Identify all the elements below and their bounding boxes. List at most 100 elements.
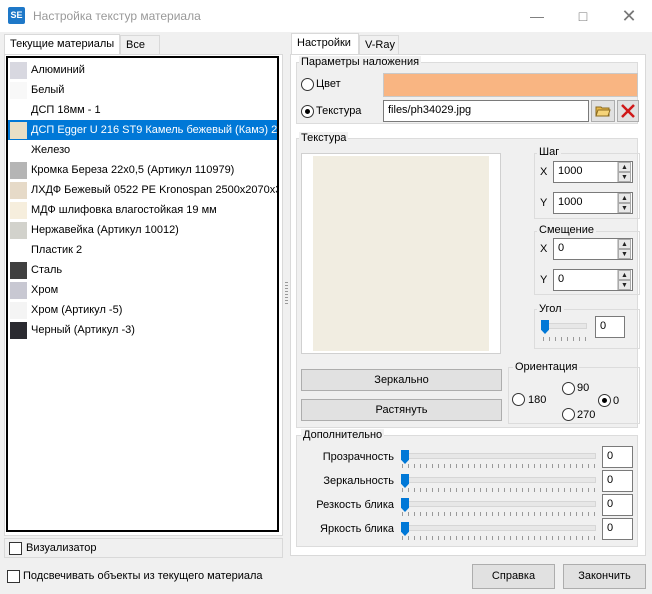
mirror-button[interactable]: Зеркально <box>301 369 502 391</box>
texture-file-input[interactable]: files/ph34029.jpg <box>383 100 589 122</box>
extra-row-slider-track[interactable] <box>402 453 596 459</box>
material-swatch <box>10 61 27 79</box>
window-title: Настройка текстур материала <box>33 9 201 23</box>
material-label: Железо <box>31 144 71 156</box>
spin-down-icon[interactable]: ▼ <box>618 203 631 213</box>
spin-up-icon[interactable]: ▲ <box>618 193 631 203</box>
orientation-270-label: 270 <box>577 409 596 421</box>
list-item[interactable]: Нержавейка (Артикул 10012) <box>8 220 277 240</box>
extra-row-label: Яркость блика <box>320 523 394 535</box>
list-item[interactable]: Алюминий <box>8 60 277 80</box>
material-swatch <box>10 141 27 159</box>
extra-row-slider-track[interactable] <box>402 477 596 483</box>
material-label: Алюминий <box>31 64 85 76</box>
material-swatch <box>10 321 27 339</box>
material-label: Хром (Артикул -5) <box>31 304 123 316</box>
list-item[interactable]: Сталь <box>8 260 277 280</box>
orientation-90-radio[interactable] <box>562 382 575 395</box>
material-label: ДСП Egger U 216 ST9 Камель бежевый (Камэ… <box>31 124 278 136</box>
tab-all[interactable]: Все <box>120 35 160 55</box>
highlight-checkbox[interactable] <box>7 570 20 583</box>
open-folder-button[interactable] <box>591 100 615 122</box>
angle-label: Угол <box>537 303 564 315</box>
extra-row-value-input[interactable]: 0 <box>602 446 633 468</box>
list-item[interactable]: Кромка Береза 22x0,5 (Артикул 110979) <box>8 160 277 180</box>
tab-current-materials[interactable]: Текущие материалы <box>4 34 120 56</box>
list-item[interactable]: Хром <box>8 280 277 300</box>
material-swatch <box>10 301 27 319</box>
color-swatch[interactable] <box>383 73 638 97</box>
spin-up-icon[interactable]: ▲ <box>618 239 631 249</box>
folder-icon <box>595 106 611 117</box>
list-item[interactable]: ЛХДФ Бежевый 0522 PE Kronospan 2500x2070… <box>8 180 277 200</box>
splitter-handle[interactable] <box>285 282 288 304</box>
list-item[interactable]: Черный (Артикул -3) <box>8 320 277 340</box>
orientation-0-label: 0 <box>613 395 620 407</box>
list-item[interactable]: Белый <box>8 80 277 100</box>
extra-row-value-input[interactable]: 0 <box>602 494 633 516</box>
tab-label: V-Ray <box>365 39 395 51</box>
material-label: МДФ шлифовка влагостойкая 19 мм <box>31 204 217 216</box>
minimize-icon[interactable]: — <box>514 0 560 32</box>
orientation-0-radio[interactable] <box>598 394 611 407</box>
offset-x-spinner[interactable]: ▲ ▼ <box>617 239 631 259</box>
list-item[interactable]: Пластик 2 <box>8 240 277 260</box>
material-label: ЛХДФ Бежевый 0522 PE Kronospan 2500x2070… <box>31 184 279 196</box>
extra-row-slider-ticks <box>402 488 596 492</box>
angle-input[interactable]: 0 <box>595 316 625 338</box>
tab-settings[interactable]: Настройки <box>291 33 359 55</box>
extra-row-label: Прозрачность <box>322 451 394 463</box>
stretch-button[interactable]: Растянуть <box>301 399 502 421</box>
close-icon[interactable]: ✕ <box>606 0 652 32</box>
step-x-spinner[interactable]: ▲ ▼ <box>617 162 631 182</box>
material-swatch <box>10 161 27 179</box>
orientation-180-radio[interactable] <box>512 393 525 406</box>
step-y-spinner[interactable]: ▲ ▼ <box>617 193 631 213</box>
material-list[interactable]: Алюминий Белый ДСП 18мм - 1 ДСП Egger U 216… <box>6 56 279 532</box>
delete-icon <box>621 104 635 118</box>
spin-down-icon[interactable]: ▼ <box>618 172 631 182</box>
step-y-label: Y <box>540 197 548 209</box>
material-label: Белый <box>31 84 65 96</box>
orientation-270-radio[interactable] <box>562 408 575 421</box>
extra-row-value-input[interactable]: 0 <box>602 518 633 540</box>
visualizer-checkbox[interactable] <box>9 542 22 555</box>
extra-row-slider-track[interactable] <box>402 501 596 507</box>
material-swatch <box>10 241 27 259</box>
spin-up-icon[interactable]: ▲ <box>618 162 631 172</box>
material-swatch <box>10 101 27 119</box>
help-button[interactable]: Справка <box>472 564 555 589</box>
material-swatch <box>10 261 27 279</box>
material-label: ДСП 18мм - 1 <box>31 104 101 116</box>
texture-radio[interactable] <box>301 105 314 118</box>
tab-label: Текущие материалы <box>10 38 115 50</box>
color-radio[interactable] <box>301 78 314 91</box>
offset-y-spinner[interactable]: ▲ ▼ <box>617 270 631 290</box>
offset-x-label: X <box>540 243 548 255</box>
material-label: Хром <box>31 284 59 296</box>
offset-label: Смещение <box>537 224 597 236</box>
texture-preview-image <box>313 156 489 351</box>
list-item[interactable]: Железо <box>8 140 277 160</box>
offset-y-label: Y <box>540 274 548 286</box>
title-bar: SE Настройка текстур материала — □ ✕ <box>0 0 652 32</box>
angle-slider-ticks <box>543 337 586 341</box>
spin-up-icon[interactable]: ▲ <box>618 270 631 280</box>
list-item[interactable]: ДСП Egger U 216 ST9 Камель бежевый (Камэ… <box>8 120 277 140</box>
clear-texture-button[interactable] <box>617 100 639 122</box>
finish-button[interactable]: Закончить <box>563 564 646 589</box>
extra-row-slider-track[interactable] <box>402 525 596 531</box>
spin-down-icon[interactable]: ▼ <box>618 249 631 259</box>
list-item[interactable]: МДФ шлифовка влагостойкая 19 мм <box>8 200 277 220</box>
spin-down-icon[interactable]: ▼ <box>618 280 631 290</box>
texture-group-label: Текстура <box>299 132 349 144</box>
extra-row-value-input[interactable]: 0 <box>602 470 633 492</box>
tab-vray[interactable]: V-Ray <box>359 35 399 55</box>
orientation-label: Ориентация <box>513 361 580 373</box>
tab-label: Все <box>126 39 145 51</box>
list-item[interactable]: Хром (Артикул -5) <box>8 300 277 320</box>
maximize-icon[interactable]: □ <box>560 0 606 32</box>
material-label: Черный (Артикул -3) <box>31 324 135 336</box>
list-item[interactable]: ДСП 18мм - 1 <box>8 100 277 120</box>
material-label: Пластик 2 <box>31 244 83 256</box>
